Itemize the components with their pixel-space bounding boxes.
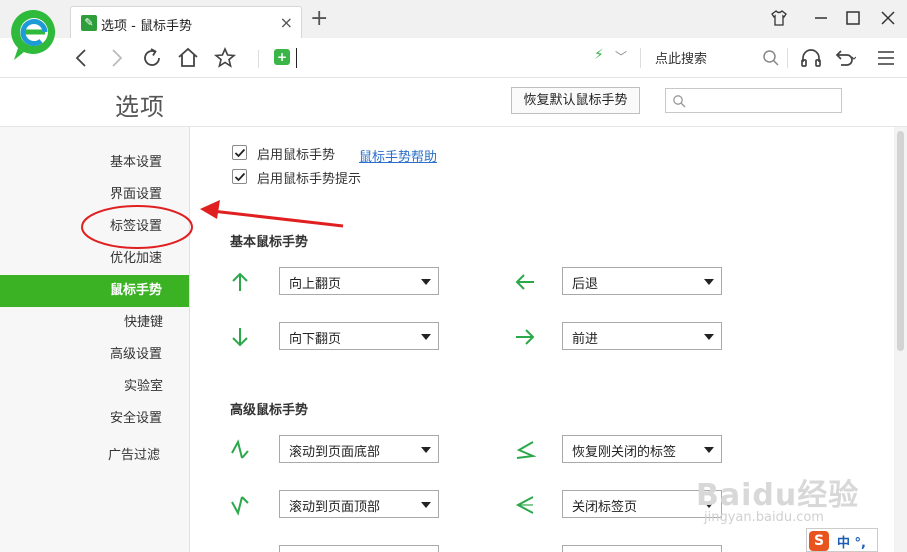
enable-hint-checkbox[interactable]: [232, 169, 247, 184]
title-bar: ✎ 选项 - 鼠标手势 × +: [0, 0, 907, 38]
gesture-help-link[interactable]: 鼠标手势帮助: [359, 146, 437, 165]
refresh-icon[interactable]: [140, 46, 164, 70]
chevron-down-icon[interactable]: ﹀: [615, 48, 627, 65]
dropdown-arrow-icon: [704, 279, 714, 285]
scrollbar-thumb[interactable]: [897, 131, 904, 351]
gesture-left-value: 后退: [572, 277, 599, 292]
ime-toolbar[interactable]: S 中 °,: [806, 528, 878, 552]
browser-logo-icon: [10, 8, 58, 64]
gesture-adv3-select[interactable]: 滚动到页面顶部: [279, 490, 439, 518]
watermark-url: jingyan.baidu.com: [704, 510, 824, 525]
search-hint[interactable]: 点此搜索: [655, 48, 707, 67]
gesture-adv5-select[interactable]: [279, 545, 439, 552]
dropdown-arrow-icon: [704, 447, 714, 453]
gesture-adv2-select[interactable]: 恢复刚关闭的标签: [562, 435, 722, 463]
enable-hint-row: 启用鼠标手势提示: [232, 168, 532, 187]
sidebar-item-advanced[interactable]: 高级设置: [0, 339, 189, 371]
maximize-button[interactable]: [838, 6, 868, 30]
ime-status: 中 °,: [837, 536, 866, 551]
lightning-icon[interactable]: ⚡: [594, 47, 604, 63]
sidebar-item-shortcuts[interactable]: 快捷键: [0, 307, 189, 339]
gesture-right-value: 前进: [572, 332, 599, 347]
content-scrollbar[interactable]: [894, 127, 907, 552]
toolbar-separator-2: [787, 48, 788, 68]
search-icon: [673, 95, 686, 108]
browser-tab[interactable]: ✎ 选项 - 鼠标手势 ×: [70, 6, 302, 38]
favorite-star-icon[interactable]: [213, 46, 237, 70]
gesture-up-select[interactable]: 向上翻页: [279, 267, 439, 295]
search-icon[interactable]: [759, 46, 783, 70]
gesture-right-select[interactable]: 前进: [562, 322, 722, 350]
undo-icon[interactable]: [832, 46, 856, 70]
dropdown-arrow-icon: [704, 334, 714, 340]
page-title: 选项: [115, 93, 165, 121]
gesture-adv2-value: 恢复刚关闭的标签: [572, 445, 677, 460]
gesture-adv1-value: 滚动到页面底部: [289, 445, 381, 460]
tab-close-button[interactable]: ×: [280, 13, 293, 32]
gesture-adv6-select[interactable]: [562, 545, 722, 552]
back-icon[interactable]: [70, 46, 94, 70]
gesture-left-right-icon: [515, 496, 534, 514]
gesture-up-value: 向上翻页: [289, 277, 342, 292]
dropdown-arrow-icon: [421, 279, 431, 285]
sidebar-item-ad-filter[interactable]: 广告过滤: [0, 440, 189, 472]
minimize-button[interactable]: [806, 6, 836, 30]
navigation-bar: + ⚡ ﹀ 点此搜索: [0, 38, 907, 78]
security-shield-icon[interactable]: +: [274, 49, 290, 65]
home-icon[interactable]: [176, 46, 200, 70]
enable-hint-label: 启用鼠标手势提示: [257, 172, 362, 187]
address-separator: [258, 50, 259, 68]
sidebar-item-security[interactable]: 安全设置: [0, 403, 189, 435]
options-search[interactable]: [665, 88, 842, 113]
dropdown-arrow-icon: [421, 447, 431, 453]
reset-gestures-button[interactable]: 恢复默认鼠标手势: [511, 87, 640, 114]
sidebar-item-optimize[interactable]: 优化加速: [0, 243, 189, 275]
menu-icon[interactable]: [874, 46, 898, 70]
gesture-down-value: 向下翻页: [289, 332, 342, 347]
arrow-down-icon: [232, 328, 248, 347]
gesture-down-right-icon: [231, 439, 249, 459]
address-bar-caret[interactable]: [296, 48, 297, 68]
headphones-icon[interactable]: [799, 46, 823, 70]
wrench-icon: ✎: [81, 15, 97, 31]
enable-gesture-checkbox[interactable]: [232, 145, 247, 160]
advanced-gestures-title: 高级鼠标手势: [230, 403, 309, 418]
arrow-up-icon: [232, 272, 248, 291]
options-header: 选项 恢复默认鼠标手势: [0, 78, 907, 127]
basic-gestures-title: 基本鼠标手势: [230, 235, 309, 250]
sidebar-item-lab[interactable]: 实验室: [0, 371, 189, 403]
sidebar-item-mouse-gestures[interactable]: 鼠标手势: [0, 275, 189, 307]
gesture-left-select[interactable]: 后退: [562, 267, 722, 295]
gesture-left-down-icon: [516, 441, 536, 459]
tab-title: 选项 - 鼠标手势: [101, 19, 192, 34]
enable-gesture-label: 启用鼠标手势: [257, 148, 336, 163]
gesture-up-right-icon: [231, 496, 249, 516]
ime-logo-icon: S: [809, 531, 829, 551]
sidebar-item-tabs[interactable]: 标签设置: [0, 211, 189, 243]
options-sidebar: 基本设置 界面设置 标签设置 优化加速 鼠标手势 快捷键 高级设置 实验室 安全…: [0, 127, 190, 552]
dropdown-arrow-icon: [421, 334, 431, 340]
arrow-left-icon: [515, 274, 534, 290]
toolbar-separator: [640, 48, 641, 68]
options-search-input[interactable]: [690, 91, 838, 110]
gesture-adv4-value: 关闭标签页: [572, 500, 638, 515]
gesture-adv3-value: 滚动到页面顶部: [289, 500, 381, 515]
forward-icon[interactable]: [104, 46, 128, 70]
sidebar-item-basic[interactable]: 基本设置: [0, 147, 189, 179]
sidebar-item-interface[interactable]: 界面设置: [0, 179, 189, 211]
gesture-adv1-select[interactable]: 滚动到页面底部: [279, 435, 439, 463]
arrow-right-icon: [516, 329, 535, 345]
watermark-logo: Baidu经验: [696, 478, 860, 513]
gesture-down-select[interactable]: 向下翻页: [279, 322, 439, 350]
dropdown-arrow-icon: [421, 502, 431, 508]
close-window-button[interactable]: [873, 6, 903, 30]
new-tab-button[interactable]: +: [310, 8, 328, 30]
skin-icon[interactable]: [764, 6, 794, 30]
